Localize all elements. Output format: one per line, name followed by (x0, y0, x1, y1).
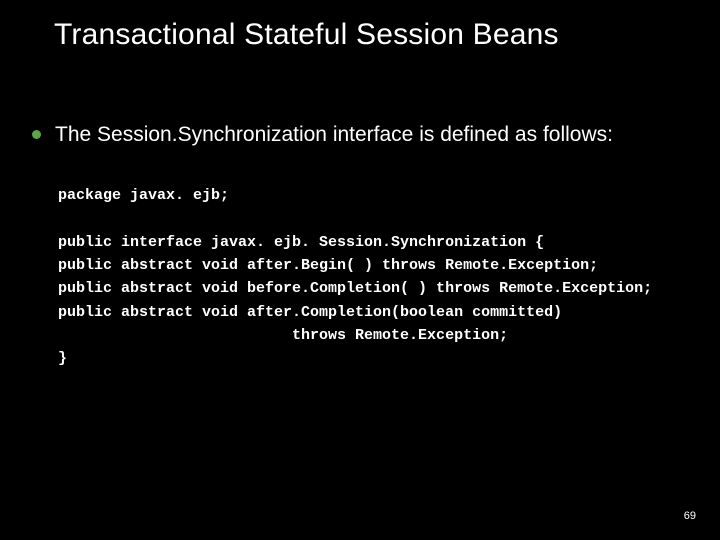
code-line: package javax. ejb; (58, 187, 229, 204)
slide: Transactional Stateful Session Beans The… (0, 0, 720, 540)
bullet-icon (32, 130, 41, 139)
bullet-text: The Session.Synchronization interface is… (55, 122, 613, 148)
code-line: public abstract void after.Begin( ) thro… (58, 257, 598, 274)
code-line: throws Remote.Exception; (58, 327, 508, 344)
code-block: package javax. ejb; public interface jav… (58, 184, 680, 370)
code-line: public abstract void before.Completion( … (58, 280, 652, 297)
slide-title: Transactional Stateful Session Beans (54, 18, 680, 52)
code-line: } (58, 350, 67, 367)
bullet-row: The Session.Synchronization interface is… (32, 122, 680, 148)
code-line: public interface javax. ejb. Session.Syn… (58, 234, 544, 251)
page-number: 69 (684, 510, 696, 522)
code-line: public abstract void after.Completion(bo… (58, 304, 562, 321)
